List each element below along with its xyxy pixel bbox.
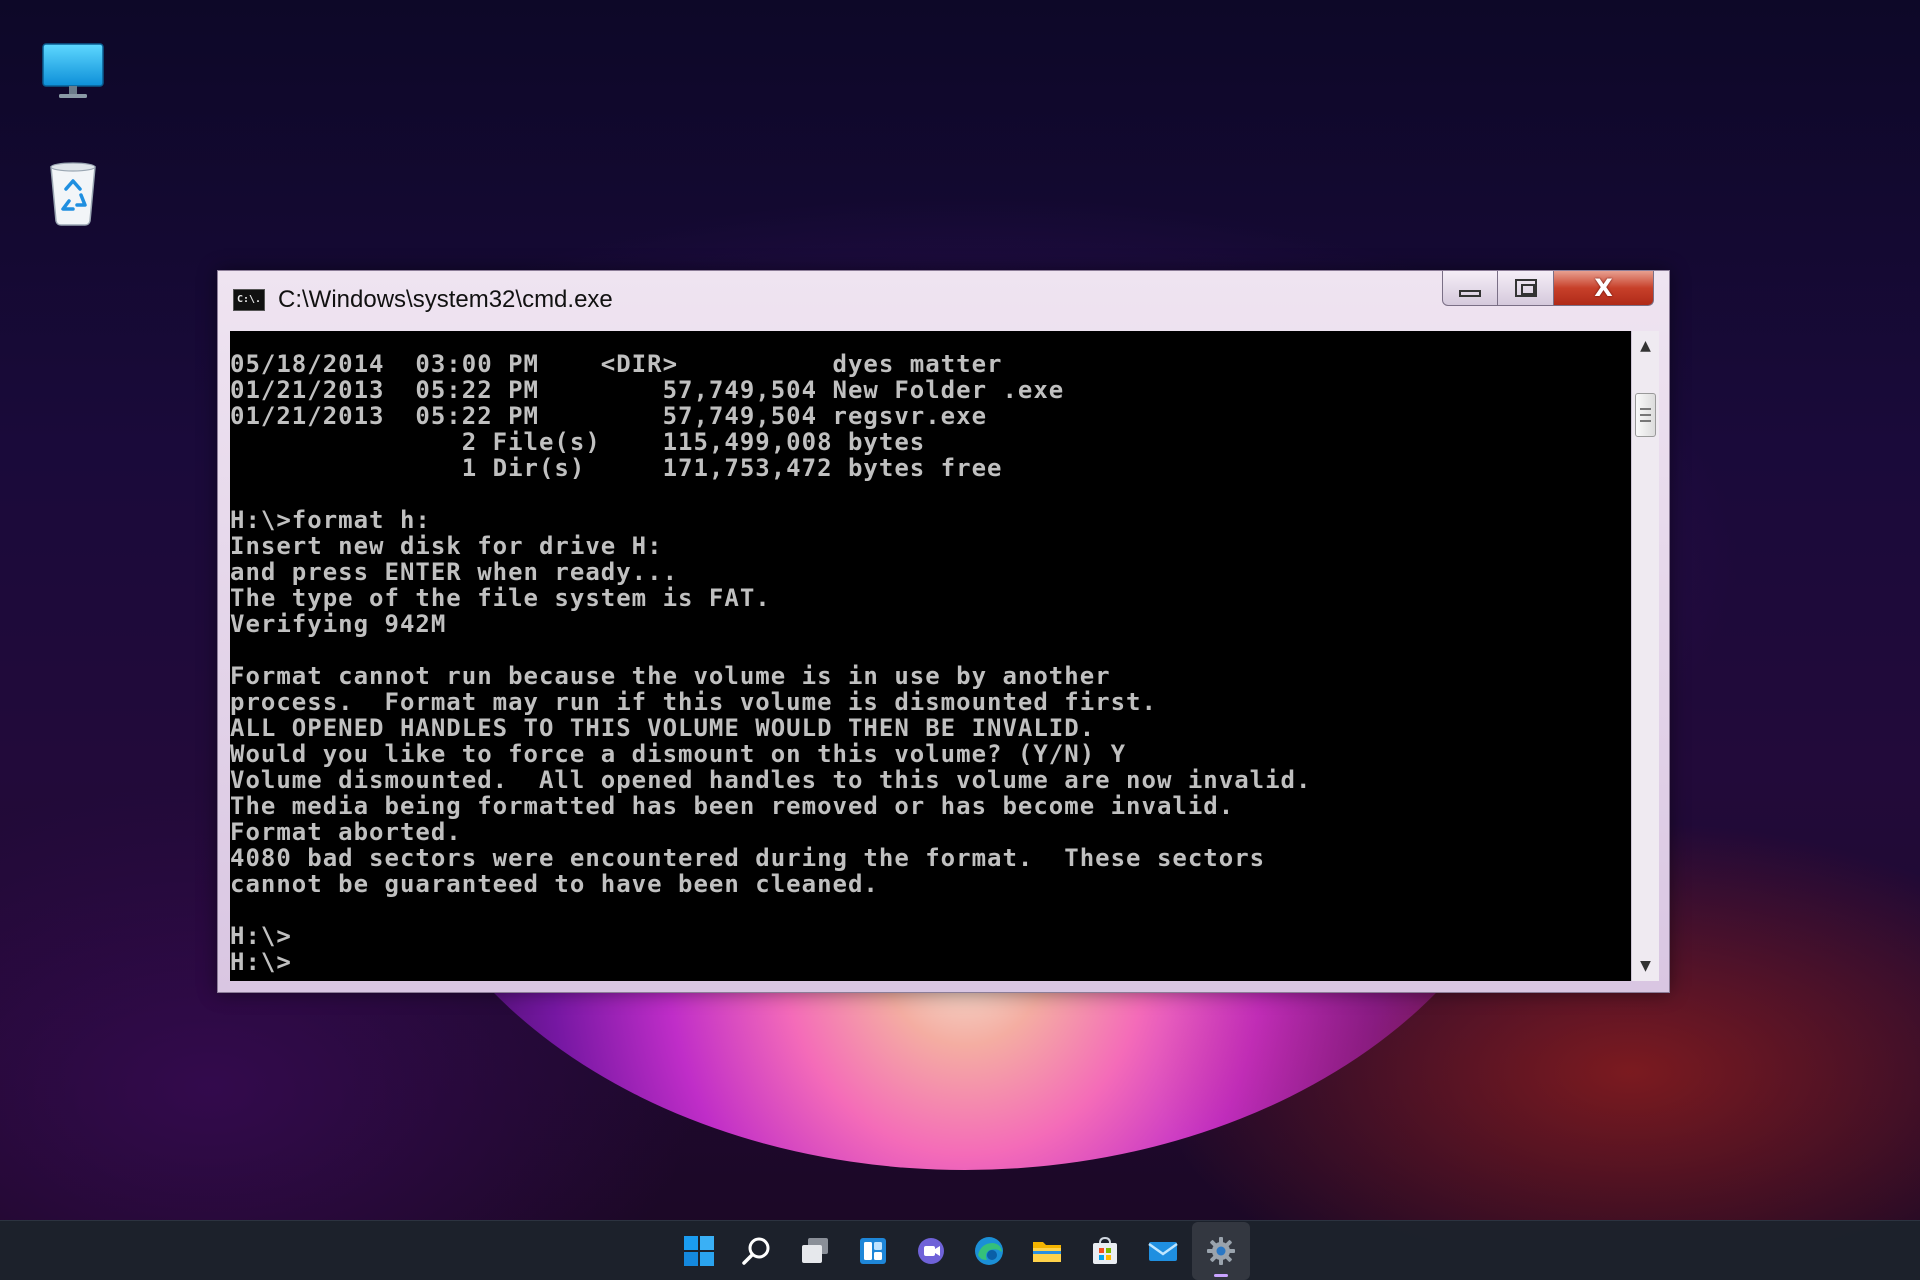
widgets-icon[interactable] <box>844 1222 902 1280</box>
chat-icon[interactable] <box>902 1222 960 1280</box>
edge-icon[interactable] <box>960 1222 1018 1280</box>
minimize-button[interactable] <box>1442 271 1498 306</box>
file-explorer-icon[interactable] <box>1018 1222 1076 1280</box>
taskbar <box>0 1220 1920 1280</box>
caption-buttons: X <box>1442 271 1654 307</box>
start-icon[interactable] <box>670 1222 728 1280</box>
cmd-app-icon[interactable]: C:\. <box>233 289 265 311</box>
vertical-scrollbar[interactable]: ▲ ▼ <box>1631 331 1659 981</box>
cmd-window: C:\. C:\Windows\system32\cmd.exe X 05/18… <box>217 270 1670 993</box>
store-icon[interactable] <box>1076 1222 1134 1280</box>
minimize-icon <box>1459 289 1481 297</box>
scroll-up-icon[interactable]: ▲ <box>1632 331 1659 361</box>
task-view-icon[interactable] <box>786 1222 844 1280</box>
search-icon[interactable] <box>728 1222 786 1280</box>
maximize-icon <box>1514 279 1537 297</box>
this-pc-icon[interactable] <box>33 34 113 114</box>
console-text: 05/18/2014 03:00 PM <DIR> dyes matter 01… <box>230 350 1312 976</box>
scroll-down-icon[interactable]: ▼ <box>1632 951 1659 981</box>
window-title: C:\Windows\system32\cmd.exe <box>278 286 613 313</box>
title-bar[interactable]: C:\. C:\Windows\system32\cmd.exe X <box>218 271 1669 329</box>
console-output[interactable]: 05/18/2014 03:00 PM <DIR> dyes matter 01… <box>230 331 1631 981</box>
close-icon: X <box>1594 274 1613 302</box>
maximize-button[interactable] <box>1498 271 1554 306</box>
mail-icon[interactable] <box>1134 1222 1192 1280</box>
scrollbar-thumb[interactable] <box>1635 393 1656 437</box>
close-button[interactable]: X <box>1554 271 1654 306</box>
desktop: C:\. C:\Windows\system32\cmd.exe X 05/18… <box>0 0 1920 1280</box>
settings-icon[interactable] <box>1192 1222 1250 1280</box>
taskbar-icons <box>670 1221 1250 1280</box>
recycle-bin-icon[interactable] <box>33 155 113 235</box>
